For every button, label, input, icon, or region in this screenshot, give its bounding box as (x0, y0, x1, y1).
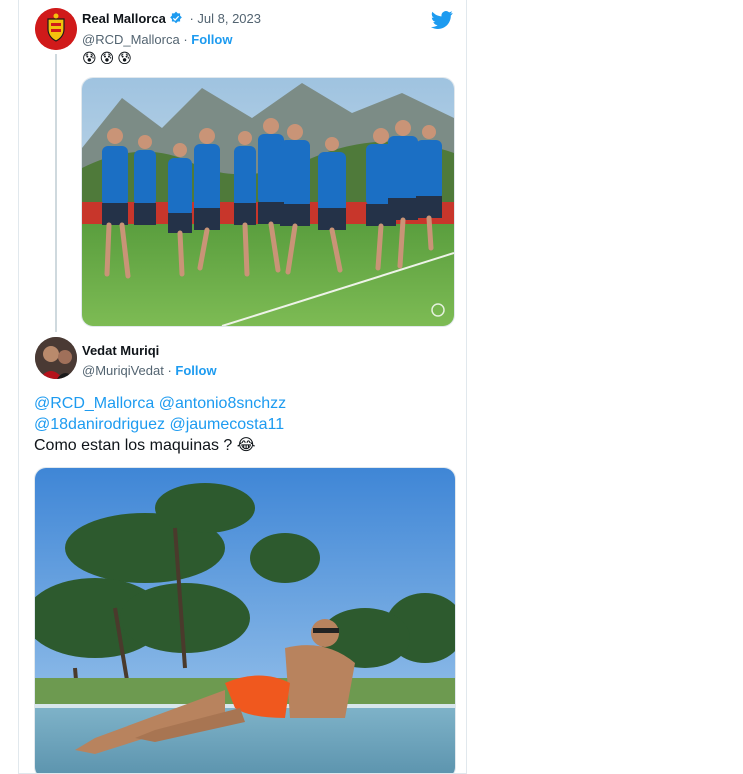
twitter-bird-icon[interactable] (431, 10, 453, 30)
thread-connector-line (55, 54, 57, 332)
tweet-embed-card: Real Mallorca · Jul 8, 2023 @RCD_Mallorc… (18, 0, 467, 774)
tweet-date[interactable]: · Jul 8, 2023 (189, 11, 261, 26)
tweet-body-text: Como estan los maquinas ? 😂 (34, 437, 256, 454)
mention-link[interactable]: @jaumecosta11 (169, 416, 284, 433)
author-handle[interactable]: @MuriqiVedat · (82, 363, 172, 378)
follow-button[interactable]: Follow (191, 32, 232, 47)
author-name[interactable]: Vedat Muriqi (82, 343, 159, 358)
author-name[interactable]: Real Mallorca (82, 11, 166, 26)
real-mallorca-avatar[interactable] (35, 8, 77, 50)
author-handle[interactable]: @RCD_Mallorca · (82, 32, 188, 47)
author-name-row: Real Mallorca · Jul 8, 2023 (82, 11, 261, 26)
handle-row: @MuriqiVedat · Follow (82, 363, 217, 378)
follow-button[interactable]: Follow (175, 363, 216, 378)
mention-link[interactable]: @18danirodriguez (34, 416, 165, 433)
tweet-text: @RCD_Mallorca @antonio8snchzz @18danirod… (34, 393, 454, 456)
mention-link[interactable]: @antonio8snchzz (159, 395, 286, 412)
mentions-line-1: @RCD_Mallorca @antonio8snchzz (34, 393, 454, 414)
mention-link[interactable]: @RCD_Mallorca (34, 395, 154, 412)
tweet-text: 😰😰😰 (82, 50, 135, 66)
pool-photo[interactable] (34, 467, 456, 773)
verified-badge-icon (169, 11, 183, 25)
mentions-line-2: @18danirodriguez @jaumecosta11 (34, 414, 454, 435)
training-photo[interactable] (81, 77, 455, 327)
handle-row: @RCD_Mallorca · Follow (82, 32, 232, 47)
crest-icon (35, 8, 77, 50)
vedat-muriqi-avatar[interactable] (35, 337, 77, 379)
